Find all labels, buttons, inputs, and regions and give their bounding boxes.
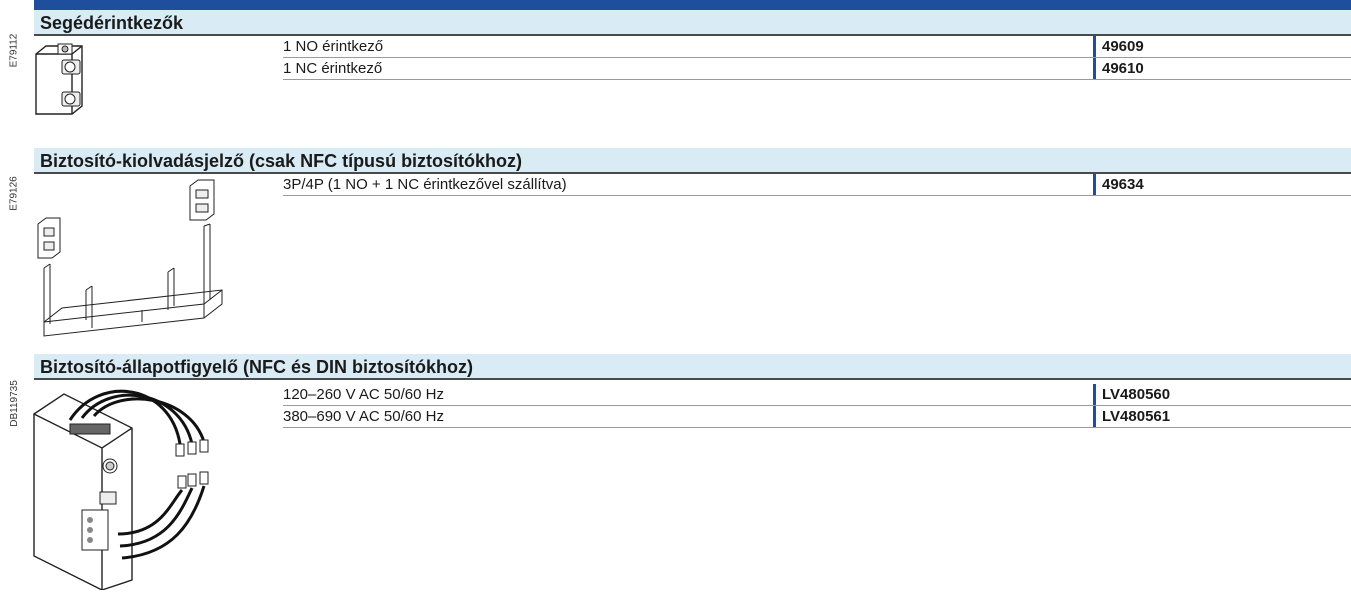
fuse-blown-indicator-icon xyxy=(32,178,232,345)
section-title: Biztosító-kiolvadásjelző (csak NFC típus… xyxy=(40,151,523,171)
catalog-code: LV480560 xyxy=(1093,384,1351,405)
row-description: 380–690 V AC 50/60 Hz xyxy=(283,408,444,425)
row-description: 1 NO érintkező xyxy=(283,38,384,55)
row-description: 3P/4P (1 NO + 1 NC érintkezővel szállítv… xyxy=(283,176,567,193)
image-ref-label: E79112 xyxy=(8,33,20,67)
section-header-fuse-monitor: Biztosító-állapotfigyelő (NFC és DIN biz… xyxy=(34,354,1351,380)
row-description: 120–260 V AC 50/60 Hz xyxy=(283,386,444,403)
top-banner xyxy=(34,0,1351,10)
table-row: 1 NO érintkező 49609 xyxy=(283,36,1351,58)
table-row: 380–690 V AC 50/60 Hz LV480561 xyxy=(283,406,1351,428)
catalog-code: 49609 xyxy=(1093,36,1351,57)
fuse-monitor-icon xyxy=(30,384,230,595)
table-row: 1 NC érintkező 49610 xyxy=(283,58,1351,80)
section-header-auxiliary-contacts: Segédérintkezők xyxy=(34,10,1351,36)
image-ref-label: DB119735 xyxy=(8,379,20,427)
catalog-code: LV480561 xyxy=(1093,406,1351,427)
table-row: 3P/4P (1 NO + 1 NC érintkezővel szállítv… xyxy=(283,174,1351,196)
section-header-fuse-blown-indicator: Biztosító-kiolvadásjelző (csak NFC típus… xyxy=(34,148,1351,174)
catalog-code: 49610 xyxy=(1093,58,1351,79)
catalog-code: 49634 xyxy=(1093,174,1351,195)
table-row: 120–260 V AC 50/60 Hz LV480560 xyxy=(283,384,1351,406)
section-title: Segédérintkezők xyxy=(40,13,184,33)
image-ref-label: E79126 xyxy=(8,175,20,211)
section-title: Biztosító-állapotfigyelő (NFC és DIN biz… xyxy=(40,357,473,377)
auxiliary-contact-icon xyxy=(32,40,102,125)
row-description: 1 NC érintkező xyxy=(283,60,383,77)
